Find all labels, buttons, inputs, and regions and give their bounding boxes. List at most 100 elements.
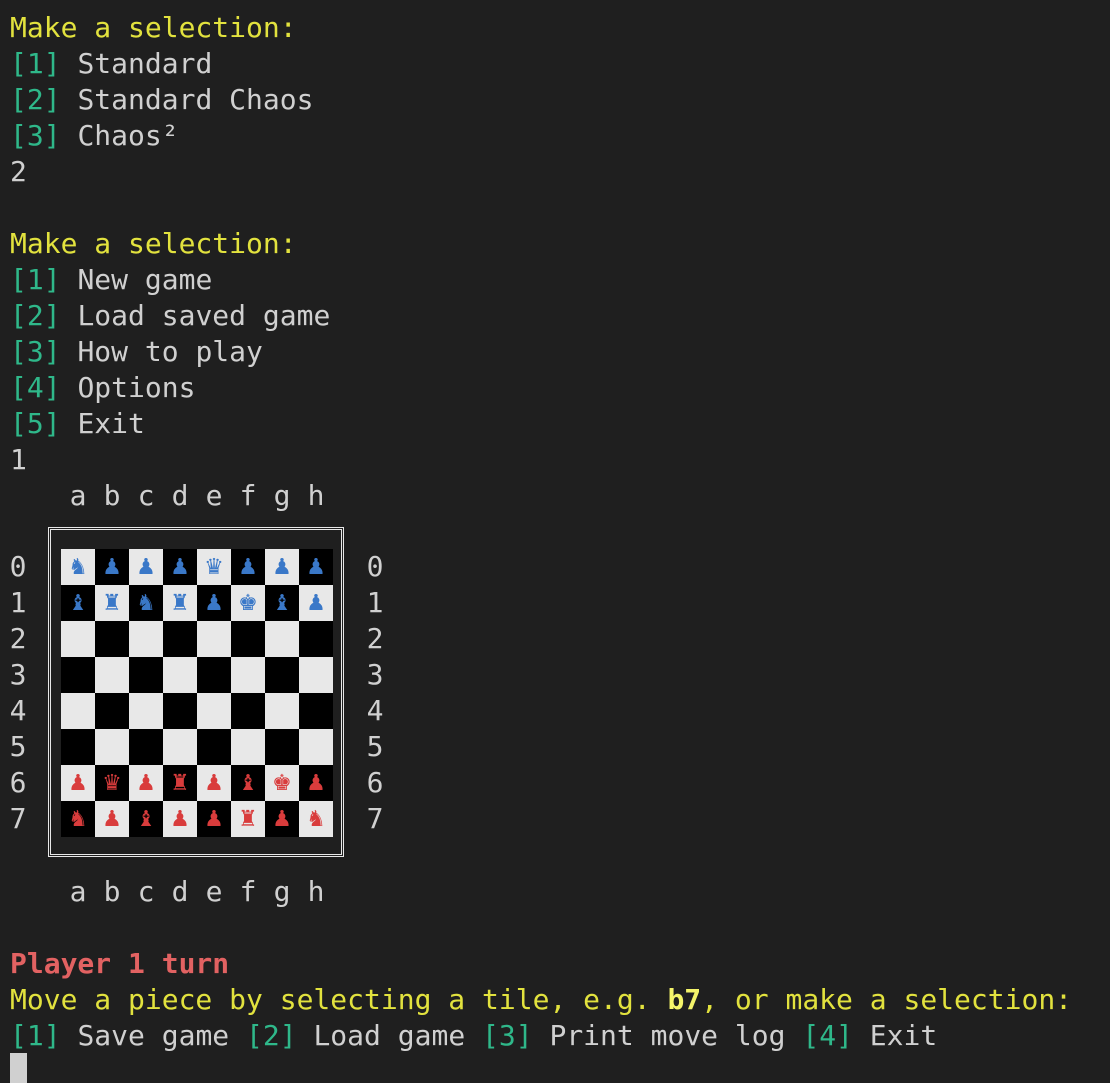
board-square-a7[interactable]: ♞: [61, 801, 95, 837]
board-square-f3[interactable]: [231, 657, 265, 693]
board-square-g0[interactable]: ♟: [265, 549, 299, 585]
board-square-h0[interactable]: ♟: [299, 549, 333, 585]
menu1-prompt: Make a selection:: [10, 11, 297, 44]
menu2-item-how-to-play[interactable]: [3] How to play: [10, 334, 263, 370]
option-print-move-log[interactable]: [3] Print move log: [482, 1019, 785, 1052]
board-square-h6[interactable]: ♟: [299, 765, 333, 801]
board-square-b0[interactable]: ♟: [95, 549, 129, 585]
option-label: Exit: [869, 1019, 938, 1052]
board-square-a5[interactable]: [61, 729, 95, 765]
chess-piece-icon: ♟: [306, 770, 326, 796]
board-square-a3[interactable]: [61, 657, 95, 693]
board-square-a0[interactable]: ♞: [61, 549, 95, 585]
option-key: [3]: [482, 1019, 533, 1052]
board-square-g1[interactable]: ♝: [265, 585, 299, 621]
file-label: b: [103, 479, 121, 512]
chess-piece-icon: ♜: [170, 770, 190, 796]
board-square-b2[interactable]: [95, 621, 129, 657]
board-square-c1[interactable]: ♞: [129, 585, 163, 621]
menu1-item-standard-chaos[interactable]: [2] Standard Chaos: [10, 82, 313, 118]
chess-piece-icon: ♜: [238, 806, 258, 832]
board-square-g5[interactable]: [265, 729, 299, 765]
game-options-line: [1] Save game [2] Load game [3] Print mo…: [10, 1018, 937, 1054]
menu-label: New game: [77, 263, 213, 296]
menu2-item-exit[interactable]: [5] Exit: [10, 406, 145, 442]
board-square-c2[interactable]: [129, 621, 163, 657]
board-square-h7[interactable]: ♞: [299, 801, 333, 837]
board-square-d3[interactable]: [163, 657, 197, 693]
chess-piece-icon: ♟: [204, 590, 224, 616]
file-label: c: [137, 875, 155, 908]
board-square-d0[interactable]: ♟: [163, 549, 197, 585]
board-square-c7[interactable]: ♝: [129, 801, 163, 837]
menu2-item-options[interactable]: [4] Options: [10, 370, 195, 406]
board-square-b6[interactable]: ♛: [95, 765, 129, 801]
board-square-g4[interactable]: [265, 693, 299, 729]
board-square-c4[interactable]: [129, 693, 163, 729]
menu1-item-chaos2[interactable]: [3] Chaos²: [10, 118, 179, 154]
board-square-b1[interactable]: ♜: [95, 585, 129, 621]
chess-piece-icon: ♟: [68, 770, 88, 796]
board-square-h4[interactable]: [299, 693, 333, 729]
board-square-a1[interactable]: ♝: [61, 585, 95, 621]
board-square-c3[interactable]: [129, 657, 163, 693]
rank-label: 2: [9, 622, 27, 655]
chess-piece-icon: ♜: [170, 590, 190, 616]
menu2-item-load-saved-game[interactable]: [2] Load saved game: [10, 298, 330, 334]
board-square-c0[interactable]: ♟: [129, 549, 163, 585]
board-square-e1[interactable]: ♟: [197, 585, 231, 621]
board-square-h3[interactable]: [299, 657, 333, 693]
menu-key: [4]: [10, 371, 61, 404]
board-square-g3[interactable]: [265, 657, 299, 693]
board-square-f6[interactable]: ♝: [231, 765, 265, 801]
board-square-h1[interactable]: ♟: [299, 585, 333, 621]
option-save-game[interactable]: [1] Save game: [10, 1019, 229, 1052]
option-key: [1]: [10, 1019, 61, 1052]
option-exit[interactable]: [4] Exit: [802, 1019, 937, 1052]
board-square-e4[interactable]: [197, 693, 231, 729]
board-square-d7[interactable]: ♟: [163, 801, 197, 837]
board-square-c6[interactable]: ♟: [129, 765, 163, 801]
board-square-h2[interactable]: [299, 621, 333, 657]
board-square-e6[interactable]: ♟: [197, 765, 231, 801]
board-square-b7[interactable]: ♟: [95, 801, 129, 837]
board-square-f5[interactable]: [231, 729, 265, 765]
chess-piece-icon: ♟: [272, 554, 292, 580]
terminal-cursor[interactable]: [10, 1053, 27, 1083]
board-square-e7[interactable]: ♟: [197, 801, 231, 837]
board-square-g2[interactable]: [265, 621, 299, 657]
board-square-b4[interactable]: [95, 693, 129, 729]
menu1-item-standard[interactable]: [1] Standard: [10, 46, 212, 82]
board-square-d5[interactable]: [163, 729, 197, 765]
chess-piece-icon: ♟: [204, 806, 224, 832]
board-square-d1[interactable]: ♜: [163, 585, 197, 621]
board-square-e3[interactable]: [197, 657, 231, 693]
board-square-d2[interactable]: [163, 621, 197, 657]
menu2-item-new-game[interactable]: [1] New game: [10, 262, 212, 298]
board-square-a6[interactable]: ♟: [61, 765, 95, 801]
board-square-g7[interactable]: ♟: [265, 801, 299, 837]
board-square-e2[interactable]: [197, 621, 231, 657]
board-square-f4[interactable]: [231, 693, 265, 729]
board-square-f1[interactable]: ♚: [231, 585, 265, 621]
board-square-e5[interactable]: [197, 729, 231, 765]
board-square-g6[interactable]: ♚: [265, 765, 299, 801]
board-square-b3[interactable]: [95, 657, 129, 693]
board-square-f2[interactable]: [231, 621, 265, 657]
rank-label: 3: [9, 658, 27, 691]
board-square-d6[interactable]: ♜: [163, 765, 197, 801]
board-square-f7[interactable]: ♜: [231, 801, 265, 837]
file-label: c: [137, 479, 155, 512]
board-square-a4[interactable]: [61, 693, 95, 729]
chess-piece-icon: ♞: [68, 554, 88, 580]
board-square-d4[interactable]: [163, 693, 197, 729]
board-square-h5[interactable]: [299, 729, 333, 765]
option-load-game[interactable]: [2] Load game: [246, 1019, 465, 1052]
board-square-c5[interactable]: [129, 729, 163, 765]
menu-key: [5]: [10, 407, 61, 440]
board-square-e0[interactable]: ♛: [197, 549, 231, 585]
board-square-a2[interactable]: [61, 621, 95, 657]
board-square-b5[interactable]: [95, 729, 129, 765]
chess-piece-icon: ♟: [136, 770, 156, 796]
board-square-f0[interactable]: ♟: [231, 549, 265, 585]
